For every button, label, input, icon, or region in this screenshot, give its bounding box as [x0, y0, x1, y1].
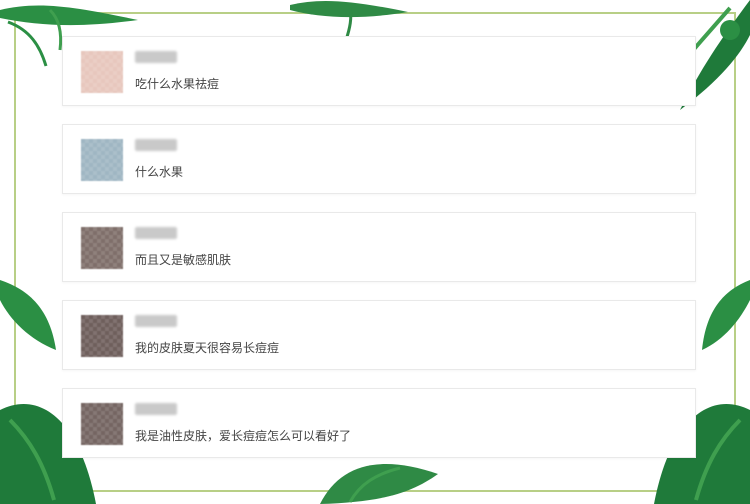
- leaf-decoration-right-middle: [702, 280, 750, 350]
- comment-text: 我的皮肤夏天很容易长痘痘: [135, 341, 280, 355]
- comment-card: 我是油性皮肤，爱长痘痘怎么可以看好了: [62, 388, 696, 458]
- comment-text: 吃什么水果祛痘: [135, 77, 220, 91]
- comment-card: 什么水果: [62, 124, 696, 194]
- comment-card: 吃什么水果祛痘: [62, 36, 696, 106]
- username-blurred: [135, 315, 177, 327]
- avatar: [81, 139, 123, 181]
- comment-list: 吃什么水果祛痘 什么水果 而且又是敏感肌肤 我的皮肤夏天很容易长痘痘 我是油性皮…: [62, 36, 696, 476]
- comment-text: 什么水果: [135, 165, 184, 179]
- comment-card: 我的皮肤夏天很容易长痘痘: [62, 300, 696, 370]
- username-blurred: [135, 227, 177, 239]
- avatar: [81, 51, 123, 93]
- comment-text: 我是油性皮肤，爱长痘痘怎么可以看好了: [135, 429, 352, 443]
- comment-text: 而且又是敏感肌肤: [135, 253, 232, 267]
- comment-card: 而且又是敏感肌肤: [62, 212, 696, 282]
- leaf-decoration-left-middle: [0, 280, 56, 350]
- username-blurred: [135, 51, 177, 63]
- avatar: [81, 403, 123, 445]
- avatar: [81, 227, 123, 269]
- username-blurred: [135, 403, 177, 415]
- avatar: [81, 315, 123, 357]
- username-blurred: [135, 139, 177, 151]
